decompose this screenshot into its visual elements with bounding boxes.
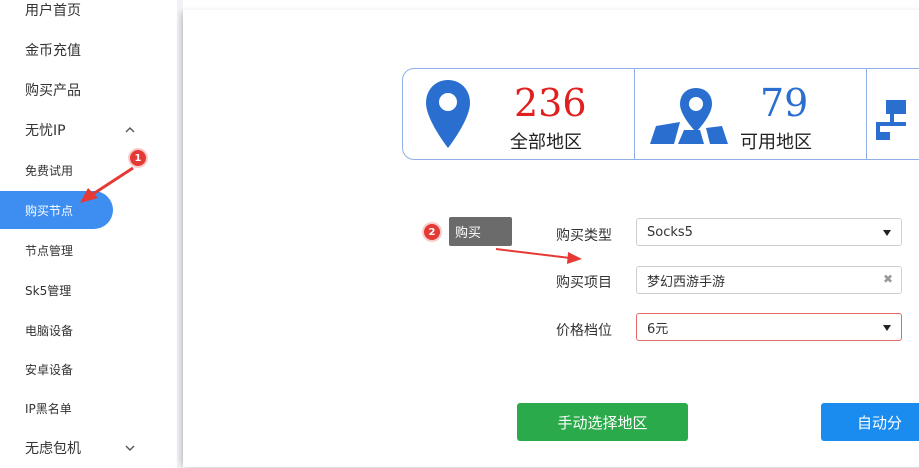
manual-select-region-button[interactable]: 手动选择地区: [517, 403, 688, 441]
buy-project-select[interactable]: 梦幻西游手游 ✖: [636, 266, 902, 294]
caret-down-icon: [883, 230, 891, 236]
buy-tooltip: 购买: [449, 217, 512, 246]
buy-type-label: 购买类型: [556, 228, 612, 244]
clear-icon[interactable]: ✖: [883, 272, 893, 286]
buy-project-label: 购买项目: [556, 275, 612, 291]
buy-type-select[interactable]: Socks5: [636, 218, 902, 246]
price-tier-value: 6元: [647, 321, 669, 337]
buy-project-value: 梦幻西游手游: [647, 274, 726, 290]
buy-type-value: Socks5: [647, 224, 693, 240]
caret-down-icon: [883, 325, 891, 331]
price-tier-select[interactable]: 6元: [636, 313, 902, 341]
price-tier-label: 价格档位: [556, 323, 612, 339]
annotation-badge-2: 2: [424, 224, 440, 240]
auto-assign-button[interactable]: 自动分: [821, 403, 919, 441]
